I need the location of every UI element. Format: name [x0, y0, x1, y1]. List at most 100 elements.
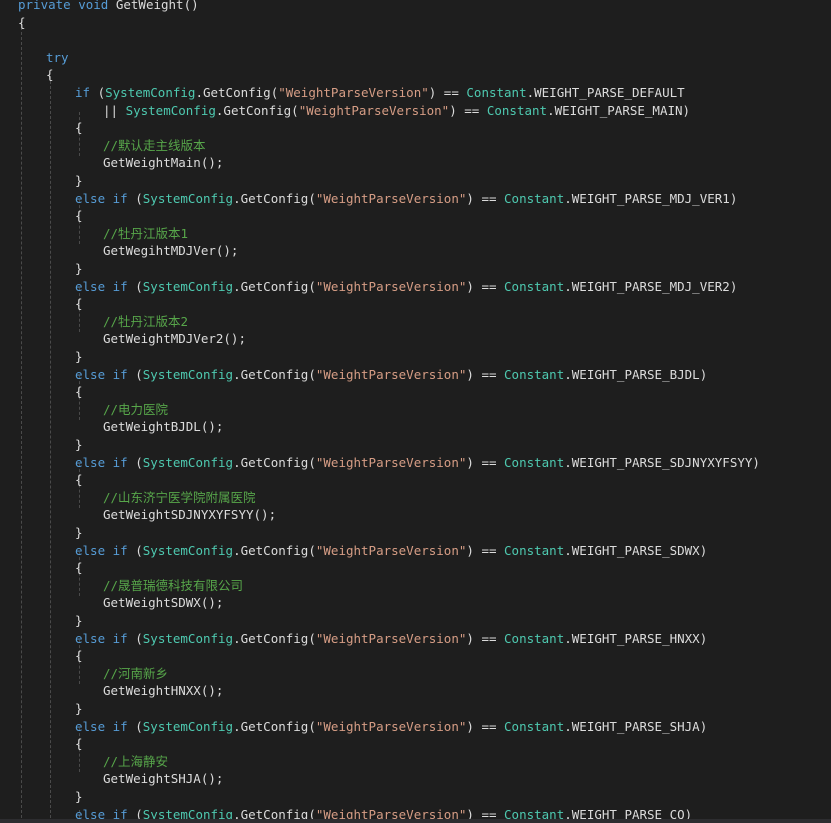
code-line: //牡丹江版本1	[103, 225, 188, 243]
code-line: else if (SystemConfig.GetConfig("WeightP…	[75, 542, 707, 560]
code-token: ) ==	[466, 366, 505, 382]
comment-token: //电力医院	[103, 401, 169, 417]
code-token: }	[75, 789, 83, 804]
indent-guide	[21, 22, 22, 823]
code-token: (	[127, 454, 143, 470]
code-line: {	[18, 14, 26, 32]
code-token: ) ==	[466, 630, 505, 646]
code-token: GetWeightBJDL();	[103, 419, 224, 435]
code-line: GetWeightMDJVer2();	[103, 330, 246, 348]
code-token: .GetConfig(	[233, 190, 316, 206]
code-token: {	[75, 648, 83, 664]
code-token: (	[127, 278, 143, 294]
code-line: {	[75, 559, 83, 577]
code-token: .GetConfig(	[233, 278, 316, 294]
code-token: GetWeightSDWX();	[103, 595, 224, 611]
code-line: GetWeightBJDL();	[103, 418, 223, 436]
code-token: .WEIGHT_PARSE_SDJNYXYFSYY)	[564, 454, 760, 470]
code-line: GetWeightSDJNYXYFSYY();	[103, 506, 276, 524]
code-line: //山东济宁医学院附属医院	[103, 489, 256, 507]
code-token: {	[46, 67, 54, 83]
code-line: //电力医院	[103, 401, 168, 419]
code-token: .GetConfig(	[233, 454, 316, 470]
type-token: Constant	[504, 630, 565, 646]
code-line: private void GetWeight()	[18, 0, 199, 14]
code-token: .WEIGHT_PARSE_MDJ_VER2)	[564, 278, 738, 294]
code-token: }	[75, 173, 83, 188]
code-line: GetWeightSHJA();	[103, 770, 223, 788]
code-token: GetWeightMain();	[103, 155, 224, 171]
code-line: //默认走主线版本	[103, 137, 206, 155]
keyword-token: else	[75, 718, 106, 734]
code-line: else if (SystemConfig.GetConfig("WeightP…	[75, 278, 737, 296]
comment-token: //山东济宁医学院附属医院	[103, 489, 256, 505]
code-line: }	[75, 436, 83, 454]
keyword-token: if	[112, 454, 128, 470]
type-token: SystemConfig	[142, 542, 234, 558]
code-token: .GetConfig(	[233, 366, 316, 382]
code-token: .GetConfig(	[233, 718, 316, 734]
code-line: {	[75, 735, 83, 753]
type-token: SystemConfig	[125, 102, 216, 118]
keyword-token: if	[112, 718, 128, 734]
string-token: "WeightParseVersion"	[315, 542, 467, 558]
code-line: {	[75, 471, 83, 489]
code-line: else if (SystemConfig.GetConfig("WeightP…	[75, 454, 760, 472]
comment-token: //默认走主线版本	[103, 137, 206, 153]
code-line: //河南新乡	[103, 665, 168, 683]
code-token: GetWeight()	[108, 0, 199, 12]
code-token: }	[75, 613, 83, 628]
code-token: (	[90, 85, 106, 100]
code-token: }	[75, 261, 83, 276]
code-token: }	[75, 701, 83, 716]
keyword-token: try	[46, 49, 69, 65]
code-token: {	[75, 472, 83, 488]
code-line: else if (SystemConfig.GetConfig("WeightP…	[75, 190, 737, 208]
code-token: }	[75, 437, 83, 452]
keyword-token: if	[75, 85, 91, 100]
code-line: else if (SystemConfig.GetConfig("WeightP…	[75, 718, 707, 736]
type-token: Constant	[504, 718, 565, 734]
code-line: GetWeightSDWX();	[103, 594, 223, 612]
type-token: SystemConfig	[142, 630, 234, 646]
code-token: ||	[103, 102, 126, 118]
code-line: {	[75, 295, 83, 313]
code-editor[interactable]: private void GetWeight(){try{if (SystemC…	[0, 0, 831, 823]
type-token: SystemConfig	[142, 190, 234, 206]
code-line: }	[75, 348, 83, 366]
code-token: ) ==	[466, 454, 505, 470]
keyword-token: if	[112, 190, 128, 206]
string-token: "WeightParseVersion"	[315, 278, 467, 294]
indent-guide	[50, 76, 51, 823]
code-token: ) ==	[466, 542, 505, 558]
code-token: .GetConfig(	[233, 542, 316, 558]
string-token: "WeightParseVersion"	[315, 190, 467, 206]
code-line: }	[75, 524, 83, 542]
code-line: {	[46, 66, 54, 84]
code-token: {	[75, 736, 83, 752]
code-line: GetWeightMain();	[103, 154, 223, 172]
code-token: {	[75, 208, 83, 224]
comment-token: //河南新乡	[103, 665, 169, 681]
horizontal-scrollbar[interactable]	[0, 819, 831, 823]
code-token: }	[75, 349, 83, 364]
code-token: (	[127, 542, 143, 558]
code-line: }	[75, 700, 83, 718]
code-token: (	[127, 366, 143, 382]
string-token: "WeightParseVersion"	[315, 630, 467, 646]
code-line: //晟普瑞德科技有限公司	[103, 577, 243, 595]
type-token: Constant	[504, 278, 565, 294]
code-token: ) ==	[466, 718, 505, 734]
keyword-token: if	[112, 630, 128, 646]
code-token: .WEIGHT_PARSE_SDWX)	[564, 542, 708, 558]
code-token: .GetConfig(	[195, 85, 279, 100]
code-token: (	[127, 190, 143, 206]
code-token: GetWeightSDJNYXYFSYY();	[103, 507, 277, 523]
keyword-token: private	[18, 0, 71, 12]
code-token: .GetConfig(	[215, 102, 299, 118]
string-token: "WeightParseVersion"	[315, 718, 467, 734]
